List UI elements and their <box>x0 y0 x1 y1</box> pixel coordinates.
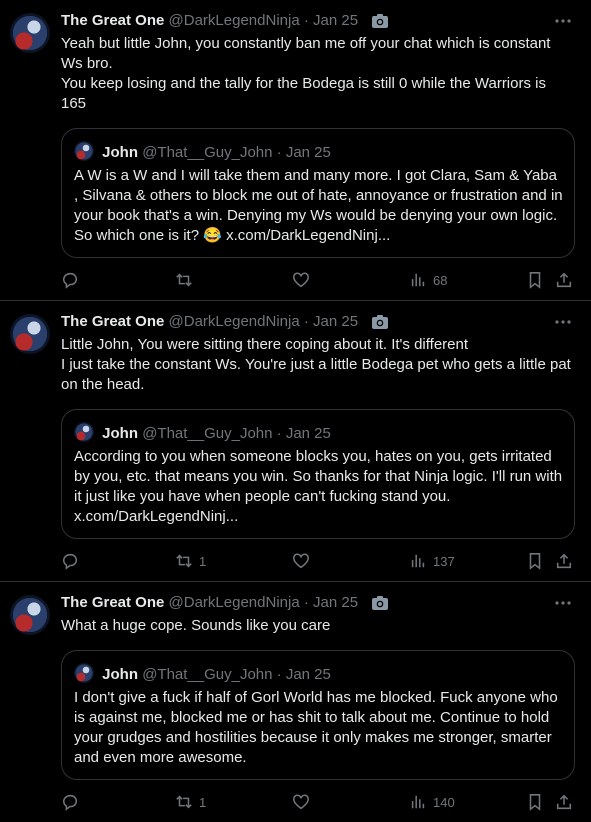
repost-count: 1 <box>199 794 207 810</box>
more-icon[interactable] <box>553 314 573 330</box>
repost-icon <box>176 273 192 287</box>
heart-icon <box>293 272 309 288</box>
share-button[interactable] <box>555 792 573 812</box>
reply-button[interactable] <box>61 551 85 571</box>
repost-button[interactable]: 1 <box>175 551 206 571</box>
author-name[interactable]: The Great One <box>61 12 164 29</box>
tweet-text: What a huge cope. Sounds like you care <box>61 616 571 636</box>
quoted-author-meta: @That__Guy_John · Jan 25 <box>142 666 331 683</box>
repost-count: 1 <box>199 553 207 569</box>
quoted-author-name: John <box>102 425 139 442</box>
quoted-tweet-text: A W is a W and I will take them and many… <box>74 167 563 244</box>
author-meta[interactable]: @DarkLegendNinja · Jan 25 <box>169 594 359 611</box>
camera-icon <box>372 315 389 329</box>
avatar[interactable] <box>10 595 50 635</box>
quoted-tweet-header: John @That__Guy_John · Jan 25 <box>74 663 331 685</box>
views-count: 68 <box>433 272 448 288</box>
bookmark-button[interactable] <box>526 551 544 571</box>
author-name[interactable]: The Great One <box>61 313 164 330</box>
views-count: 137 <box>433 553 455 569</box>
tweet-text-line: You keep losing and the tally for the Bo… <box>61 75 546 112</box>
repost-button[interactable] <box>175 270 199 290</box>
quoted-tweet[interactable]: John @That__Guy_John · Jan 25 A W is a W… <box>61 128 575 258</box>
quoted-author-name: John <box>102 144 139 161</box>
tweet-text: Yeah but little John, you constantly ban… <box>61 34 571 114</box>
tweet-text-line: Little John, You were sitting there copi… <box>61 336 469 353</box>
views-button[interactable]: 140 <box>409 792 455 812</box>
views-icon <box>411 554 425 568</box>
quoted-tweet-text: According to you when someone blocks you… <box>74 448 563 525</box>
quoted-avatar <box>74 422 94 442</box>
share-icon <box>556 794 572 810</box>
reply-icon <box>62 794 77 811</box>
share-icon <box>556 272 572 288</box>
author-meta[interactable]: @DarkLegendNinja · Jan 25 <box>169 313 359 330</box>
heart-icon <box>293 794 309 810</box>
share-button[interactable] <box>555 270 573 290</box>
tweet-text: Little John, You were sitting there copi… <box>61 335 571 395</box>
bookmark-button[interactable] <box>526 270 544 290</box>
tweet[interactable]: The Great One @DarkLegendNinja · Jan 25 … <box>0 582 591 822</box>
share-icon <box>556 553 572 569</box>
bookmark-icon <box>529 794 541 811</box>
avatar[interactable] <box>10 314 50 354</box>
quoted-tweet-header: John @That__Guy_John · Jan 25 <box>74 422 331 444</box>
tweet-text-line: Yeah but little John, you constantly ban… <box>61 35 551 72</box>
more-icon[interactable] <box>553 13 573 29</box>
views-button[interactable]: 68 <box>409 270 447 290</box>
share-button[interactable] <box>555 551 573 571</box>
quoted-tweet-header: John @That__Guy_John · Jan 25 <box>74 141 331 163</box>
bookmark-icon <box>529 553 541 570</box>
reply-icon <box>62 553 77 570</box>
views-count: 140 <box>433 794 455 810</box>
bookmark-button[interactable] <box>526 792 544 812</box>
heart-icon <box>293 553 309 569</box>
tweet[interactable]: The Great One @DarkLegendNinja · Jan 25 … <box>0 0 591 301</box>
quoted-tweet[interactable]: John @That__Guy_John · Jan 25 According … <box>61 409 575 539</box>
reply-button[interactable] <box>61 270 85 290</box>
quoted-author-meta: @That__Guy_John · Jan 25 <box>142 425 331 442</box>
more-icon[interactable] <box>553 595 573 611</box>
quoted-author-name: John <box>102 666 139 683</box>
camera-icon <box>372 14 389 28</box>
like-button[interactable] <box>292 270 316 290</box>
camera-icon <box>372 596 389 610</box>
tweet[interactable]: The Great One @DarkLegendNinja · Jan 25 … <box>0 301 591 582</box>
quoted-tweet[interactable]: John @That__Guy_John · Jan 25 I don't gi… <box>61 650 575 780</box>
like-button[interactable] <box>292 792 316 812</box>
quoted-avatar <box>74 141 94 161</box>
action-bar: 1 137 <box>61 551 573 571</box>
tweet-header: The Great One @DarkLegendNinja · Jan 25 <box>61 11 389 31</box>
author-name[interactable]: The Great One <box>61 594 164 611</box>
tweet-header: The Great One @DarkLegendNinja · Jan 25 <box>61 312 389 332</box>
views-icon <box>411 273 425 287</box>
quoted-avatar <box>74 663 94 683</box>
author-meta[interactable]: @DarkLegendNinja · Jan 25 <box>169 12 359 29</box>
quoted-tweet-text: I don't give a fuck if half of Gorl Worl… <box>74 689 558 766</box>
views-icon <box>411 795 425 809</box>
quoted-author-meta: @That__Guy_John · Jan 25 <box>142 144 331 161</box>
repost-icon <box>176 795 192 809</box>
tweet-text-line: What a huge cope. Sounds like you care <box>61 617 331 634</box>
repost-button[interactable]: 1 <box>175 792 206 812</box>
views-button[interactable]: 137 <box>409 551 455 571</box>
reply-icon <box>62 272 77 289</box>
avatar[interactable] <box>10 13 50 53</box>
action-bar: 1 140 <box>61 792 573 812</box>
action-bar: 68 <box>61 270 573 290</box>
repost-icon <box>176 554 192 568</box>
bookmark-icon <box>529 272 541 289</box>
tweet-text-line: I just take the constant Ws. You're just… <box>61 356 571 393</box>
reply-button[interactable] <box>61 792 85 812</box>
like-button[interactable] <box>292 551 316 571</box>
tweet-header: The Great One @DarkLegendNinja · Jan 25 <box>61 593 389 613</box>
